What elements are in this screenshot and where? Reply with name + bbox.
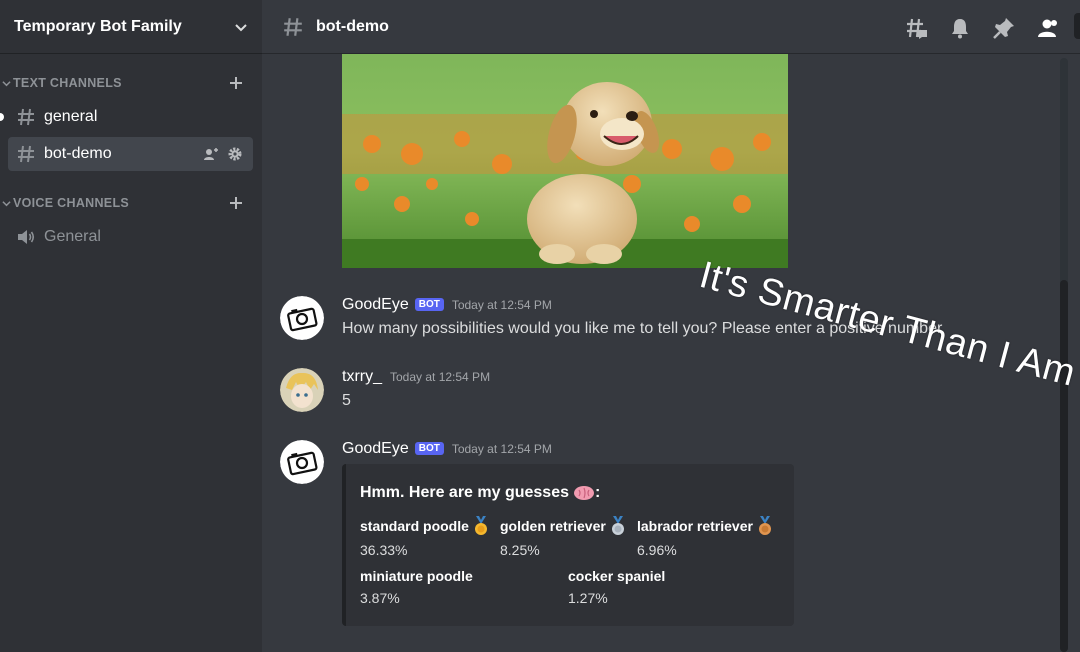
chevron-down-icon <box>2 200 11 206</box>
channel-label: General <box>44 228 101 245</box>
guess-field: miniature poodle 3.87% <box>360 568 473 606</box>
chevron-down-icon <box>235 23 247 31</box>
guess-name: labrador retriever <box>637 518 753 534</box>
server-name: Temporary Bot Family <box>14 17 182 35</box>
bot-badge: BOT <box>414 298 444 311</box>
guess-name: cocker spaniel <box>568 568 666 584</box>
guess-name-row: labrador retriever <box>637 516 774 536</box>
message-header: GoodEye BOT Today at 12:54 PM <box>342 296 552 314</box>
voice-channel-general[interactable]: General <box>8 220 253 254</box>
guess-name-row: standard poodle <box>360 516 490 536</box>
avatar[interactable] <box>280 368 324 412</box>
message-header: txrry_ Today at 12:54 PM <box>342 368 490 386</box>
embed-title-text: Hmm. Here are my guesses <box>360 484 569 501</box>
guess-field: cocker spaniel 1.27% <box>568 568 665 606</box>
channel-header: bot-demo <box>262 0 1080 54</box>
puppy-image <box>342 54 788 268</box>
header-toolbar <box>904 16 1060 40</box>
speaker-icon <box>18 230 35 244</box>
guess-name-row: cocker spaniel <box>568 568 665 584</box>
category-text-channels[interactable]: TEXT CHANNELS <box>0 72 262 94</box>
message-content: 5 <box>342 392 351 409</box>
guess-field: labrador retriever 6.96% <box>637 516 774 558</box>
embed-title-colon: : <box>595 484 601 501</box>
guess-field: golden retriever 8.25% <box>500 516 627 558</box>
category-voice-channels[interactable]: VOICE CHANNELS <box>0 192 262 214</box>
unread-indicator <box>0 113 4 121</box>
brain-emoji-icon <box>574 486 594 500</box>
hashtag-icon <box>18 108 34 126</box>
timestamp: Today at 12:54 PM <box>451 298 552 312</box>
camera-avatar-icon <box>280 440 324 484</box>
search-box[interactable] <box>1074 13 1080 39</box>
author-name[interactable]: GoodEye <box>342 440 409 458</box>
author-name[interactable]: GoodEye <box>342 296 409 314</box>
hashtag-icon <box>284 17 302 36</box>
invite-member-icon[interactable] <box>203 146 219 162</box>
message-header: GoodEye BOT Today at 12:54 PM <box>342 440 552 458</box>
channel-general[interactable]: general <box>8 100 253 134</box>
silver-medal-icon <box>611 516 624 535</box>
timestamp: Today at 12:54 PM <box>451 442 552 456</box>
server-header[interactable]: Temporary Bot Family <box>0 0 262 54</box>
guess-value: 1.27% <box>568 590 608 606</box>
guess-value: 6.96% <box>637 542 677 558</box>
channel-bot-demo[interactable]: bot-demo <box>8 137 253 171</box>
hashtag-icon <box>18 145 34 163</box>
category-label: VOICE CHANNELS <box>13 196 130 210</box>
chevron-down-icon <box>2 80 11 86</box>
bot-badge: BOT <box>414 442 444 455</box>
channel-actions <box>203 146 243 162</box>
attachment-image[interactable] <box>342 54 788 268</box>
camera-avatar-icon <box>280 296 324 340</box>
guess-name: miniature poodle <box>360 568 473 584</box>
guess-name: golden retriever <box>500 518 606 534</box>
avatar[interactable] <box>280 296 324 340</box>
pin-icon[interactable] <box>992 16 1016 40</box>
channel-sidebar: Temporary Bot Family TEXT CHANNELS gener… <box>0 0 262 652</box>
embed-card: Hmm. Here are my guesses : standard pood… <box>342 464 794 626</box>
members-icon[interactable] <box>1036 16 1060 40</box>
threads-icon[interactable] <box>904 16 928 40</box>
guess-value: 36.33% <box>360 542 408 558</box>
guess-name-row: golden retriever <box>500 516 627 536</box>
guess-name-row: miniature poodle <box>360 568 473 584</box>
scrollbar-thumb[interactable] <box>1060 280 1068 652</box>
category-label: TEXT CHANNELS <box>13 76 122 90</box>
channel-label: general <box>44 108 98 125</box>
anime-avatar-icon <box>280 368 324 412</box>
bronze-medal-icon <box>758 516 771 535</box>
channel-label: bot-demo <box>44 145 112 162</box>
author-name[interactable]: txrry_ <box>342 368 382 386</box>
guess-name: standard poodle <box>360 518 469 534</box>
avatar[interactable] <box>280 440 324 484</box>
create-channel-icon[interactable] <box>228 195 244 211</box>
embed-title: Hmm. Here are my guesses : <box>360 484 600 502</box>
bell-icon[interactable] <box>948 16 972 40</box>
timestamp: Today at 12:54 PM <box>390 370 491 384</box>
create-channel-icon[interactable] <box>228 75 244 91</box>
gold-medal-icon <box>474 516 487 535</box>
channel-title: bot-demo <box>316 17 389 35</box>
guess-value: 8.25% <box>500 542 540 558</box>
gear-icon[interactable] <box>227 146 243 162</box>
guess-field: standard poodle 36.33% <box>360 516 490 558</box>
guess-value: 3.87% <box>360 590 400 606</box>
